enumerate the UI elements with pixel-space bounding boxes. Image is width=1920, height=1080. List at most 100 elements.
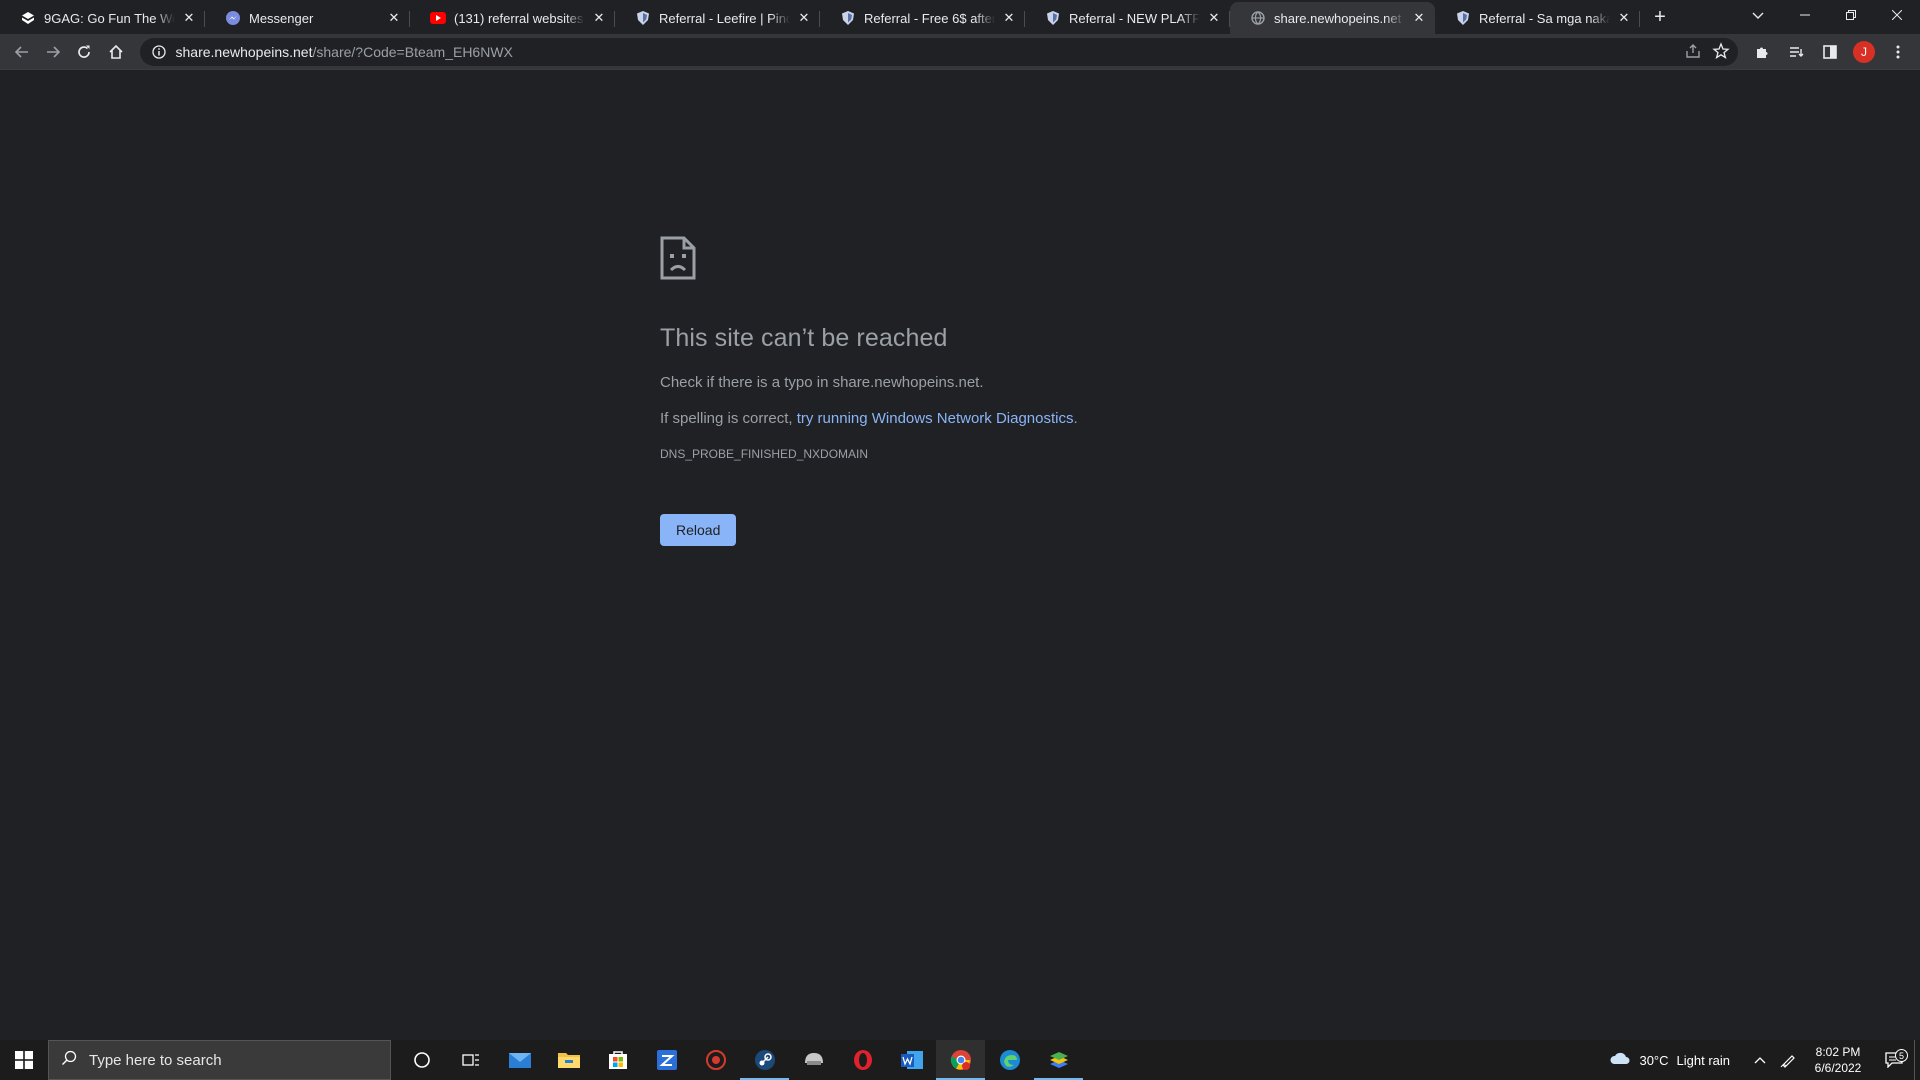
- show-desktop-button[interactable]: [1914, 1040, 1920, 1080]
- clock-time: 8:02 PM: [1815, 1045, 1861, 1059]
- extensions-puzzle-icon[interactable]: [1746, 36, 1778, 68]
- minimize-button[interactable]: [1782, 0, 1828, 30]
- tab-messenger[interactable]: Messenger ✕: [205, 2, 410, 34]
- app-red-icon[interactable]: [691, 1040, 740, 1080]
- tab-title: (131) referral websites that: [454, 10, 585, 26]
- forward-button[interactable]: [37, 36, 68, 68]
- chrome-icon[interactable]: [936, 1040, 985, 1080]
- diagnostics-suffix: .: [1073, 410, 1078, 427]
- address-bar[interactable]: share.newhopeins.net/share/?Code=Bteam_E…: [139, 37, 1738, 66]
- taskbar-clock[interactable]: 8:02 PM 6/6/2022: [1802, 1044, 1874, 1076]
- close-icon[interactable]: ✕: [181, 10, 197, 26]
- tab-title: Messenger: [249, 10, 314, 26]
- 9gag-icon: [20, 10, 36, 26]
- tab-search-chevron-icon[interactable]: [1746, 6, 1770, 26]
- helmet-app-icon[interactable]: [789, 1040, 838, 1080]
- system-tray: 30°C Light rain 8:02 PM 6/6/2022 5: [1609, 1040, 1920, 1080]
- tab-9gag[interactable]: 9GAG: Go Fun The World ✕: [0, 2, 205, 34]
- info-icon[interactable]: [150, 43, 168, 61]
- tab-title: 9GAG: Go Fun The World: [44, 10, 175, 26]
- reload-button[interactable]: Reload: [660, 514, 737, 546]
- error-title: This site can’t be reached: [660, 324, 948, 352]
- close-icon[interactable]: ✕: [1206, 10, 1222, 26]
- messenger-icon: [225, 10, 241, 26]
- diagnostics-prefix: If spelling is correct,: [660, 410, 797, 427]
- profile-avatar[interactable]: J: [1852, 40, 1875, 63]
- bookmark-star-icon[interactable]: [1712, 41, 1730, 63]
- url-host: share.newhopeins.net: [175, 43, 313, 60]
- tab-referral-free[interactable]: Referral - Free 6$ after 3 d ✕: [820, 2, 1025, 34]
- store-icon[interactable]: [593, 1040, 642, 1080]
- shield-favicon-icon: [635, 10, 651, 26]
- tab-referral-leefire[interactable]: Referral - Leefire | Pinoy In ✕: [615, 2, 820, 34]
- share-icon[interactable]: [1684, 42, 1702, 63]
- tab-share-newhopeins[interactable]: share.newhopeins.net ✕: [1230, 2, 1435, 34]
- clock-date: 6/6/2022: [1814, 1061, 1862, 1075]
- tab-title: Referral - NEW PLATFORM: [1069, 10, 1200, 26]
- steam-icon[interactable]: [740, 1040, 789, 1080]
- taskbar-apps: [397, 1040, 1083, 1080]
- url-path: /share/?Code=Bteam_EH6NWX: [312, 43, 513, 60]
- side-panel-icon[interactable]: [1814, 36, 1846, 68]
- menu-kebab-icon[interactable]: [1882, 36, 1914, 68]
- error-diagnostics-hint: If spelling is correct, try running Wind…: [660, 410, 1280, 427]
- opera-icon[interactable]: [838, 1040, 887, 1080]
- cloud-rain-icon: [1609, 1051, 1631, 1070]
- weather-widget[interactable]: 30°C Light rain: [1609, 1051, 1730, 1070]
- globe-icon: [1250, 10, 1266, 26]
- close-icon[interactable]: ✕: [1411, 10, 1427, 26]
- notification-count-badge: 5: [1895, 1049, 1908, 1062]
- weather-temp: 30°C: [1639, 1052, 1669, 1068]
- close-icon[interactable]: ✕: [1001, 10, 1017, 26]
- tab-title: share.newhopeins.net: [1274, 10, 1402, 26]
- close-icon[interactable]: ✕: [386, 10, 402, 26]
- edge-icon[interactable]: [985, 1040, 1034, 1080]
- weather-condition: Light rain: [1676, 1052, 1730, 1068]
- notification-center-icon[interactable]: 5: [1874, 1049, 1914, 1068]
- close-window-button[interactable]: [1874, 0, 1920, 30]
- bluestacks-icon[interactable]: [1034, 1040, 1083, 1080]
- shield-favicon-icon: [1455, 10, 1471, 26]
- show-hidden-icons-chevron-icon[interactable]: [1746, 1056, 1774, 1064]
- zoom-icon[interactable]: [642, 1040, 691, 1080]
- tab-youtube[interactable]: (131) referral websites that ✕: [410, 2, 615, 34]
- task-view-icon[interactable]: [446, 1040, 495, 1080]
- error-typo-hint: Check if there is a typo in share.newhop…: [660, 374, 984, 391]
- word-icon[interactable]: [887, 1040, 936, 1080]
- tab-referral-new-platform[interactable]: Referral - NEW PLATFORM ✕: [1025, 2, 1230, 34]
- close-icon[interactable]: ✕: [591, 10, 607, 26]
- restore-button[interactable]: [1828, 0, 1874, 30]
- browser-toolbar: share.newhopeins.net/share/?Code=Bteam_E…: [0, 34, 1920, 70]
- sad-page-icon: [660, 236, 696, 280]
- shield-favicon-icon: [840, 10, 856, 26]
- extension-area: J: [1746, 36, 1914, 68]
- tab-title: Referral - Leefire | Pinoy In: [659, 10, 790, 26]
- pen-ink-icon[interactable]: [1774, 1052, 1802, 1068]
- search-icon: [61, 1050, 77, 1070]
- tab-title: Referral - Free 6$ after 3 d: [864, 10, 995, 26]
- reload-icon[interactable]: [69, 36, 100, 68]
- window-controls: [1782, 0, 1920, 30]
- back-button[interactable]: [6, 36, 37, 68]
- shield-favicon-icon: [1045, 10, 1061, 26]
- taskbar-search-input[interactable]: Type here to search: [48, 1040, 391, 1080]
- tab-list: 9GAG: Go Fun The World ✕ Messenger ✕ (13…: [0, 0, 1674, 34]
- tab-strip: 9GAG: Go Fun The World ✕ Messenger ✕ (13…: [0, 0, 1920, 34]
- windows-taskbar: Type here to search 30°C Light rain 8:02…: [0, 1040, 1920, 1080]
- network-diagnostics-link[interactable]: try running Windows Network Diagnostics: [797, 410, 1074, 427]
- windows-start-icon[interactable]: [0, 1040, 48, 1080]
- new-tab-button[interactable]: +: [1646, 3, 1674, 31]
- close-icon[interactable]: ✕: [1616, 10, 1632, 26]
- mail-icon[interactable]: [495, 1040, 544, 1080]
- tab-referral-sa-mga[interactable]: Referral - Sa mga naka-mi ✕: [1435, 2, 1640, 34]
- close-icon[interactable]: ✕: [796, 10, 812, 26]
- home-icon[interactable]: [100, 36, 131, 68]
- omnibox-actions: [1684, 41, 1730, 63]
- cortana-icon[interactable]: [397, 1040, 446, 1080]
- search-placeholder: Type here to search: [89, 1051, 222, 1069]
- error-code: DNS_PROBE_FINISHED_NXDOMAIN: [660, 447, 869, 461]
- file-explorer-icon[interactable]: [544, 1040, 593, 1080]
- youtube-icon: [430, 10, 446, 26]
- tab-title: Referral - Sa mga naka-mi: [1479, 10, 1610, 26]
- reading-list-icon[interactable]: [1780, 36, 1812, 68]
